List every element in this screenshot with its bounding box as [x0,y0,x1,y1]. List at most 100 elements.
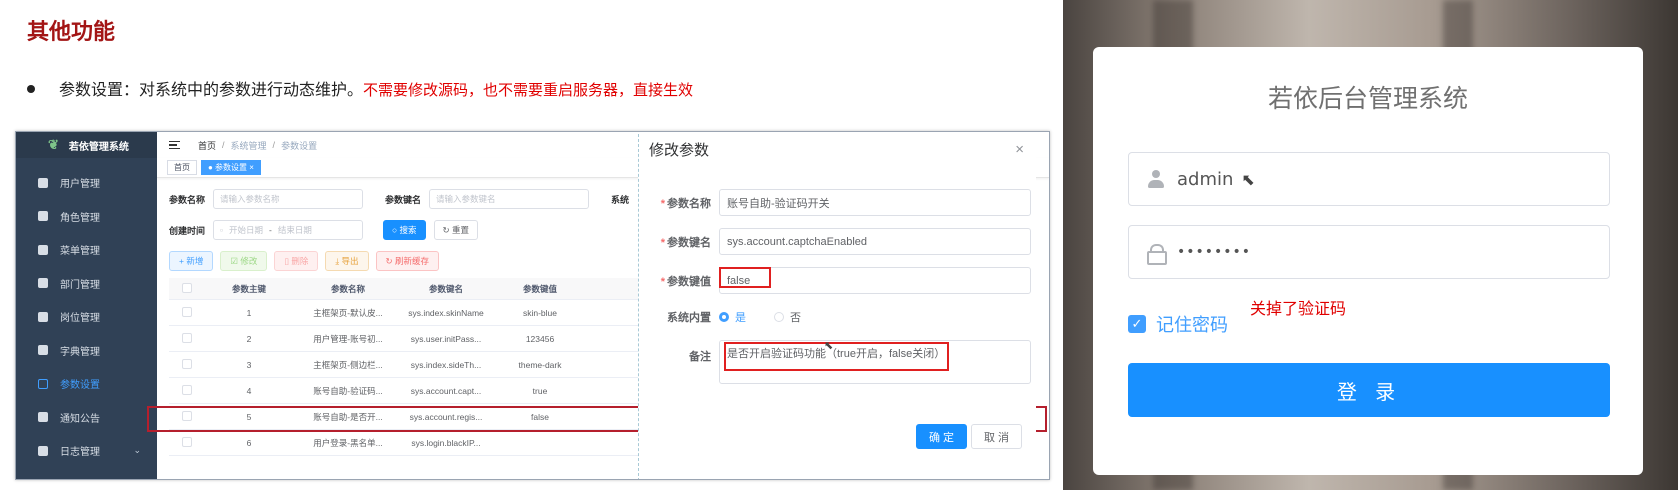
breadcrumb-home[interactable]: 首页 [198,139,216,152]
export-button[interactable]: ⤓ 导出 [325,251,369,271]
cell-value: skin-blue [522,307,558,318]
username-input[interactable]: admin ⬉ [1128,152,1610,206]
bullet-main-text: 参数设置：对系统中的参数进行动态维护。 [59,80,364,99]
param-name-input[interactable]: 请输入参数名称 [213,189,364,209]
builtin-no-radio[interactable]: 否 [774,309,801,325]
hamburger-icon[interactable] [169,141,180,149]
row-checkbox[interactable] [181,306,192,317]
cell-name: 账号自助-是否开... [313,411,383,422]
sidebar-item-label: 日志管理 [60,447,100,459]
cell-key: sys.index.sideTh... [410,359,482,370]
dialog-label-text: 参数名称 [667,197,711,210]
cell-key: sys.index.skinName [408,307,484,318]
search-row-2: 创建时间 ▫ 开始日期 - 结束日期 ○ 搜索 ↻ 重置 [169,220,479,240]
sidebar-item-label: 部门管理 [60,279,100,291]
cell-value: 123456 [525,333,555,344]
user-icon [38,177,48,188]
breadcrumb-system[interactable]: 系统管理 [231,139,267,152]
login-button[interactable]: 登 录 [1128,363,1610,417]
cell-id: 2 [246,333,252,344]
sidebar-menu: 用户管理 角色管理 菜单管理 部门管理 岗位管理 字典管理 参数设置 通知公告 … [16,166,157,468]
trash-icon: ▯ [284,255,292,266]
remember-label: 记住密码 [1156,315,1228,336]
refresh-cache-label: 刷新缓存 [395,256,430,266]
delete-button[interactable]: ▯ 删除 [274,251,319,271]
sidebar-item-label: 通知公告 [60,413,100,425]
remark-textarea[interactable]: 是否开启验证码功能（true开启，false关闭） [719,340,1031,384]
row-checkbox-cell[interactable] [169,358,204,371]
cell-value: theme-dark [518,359,562,370]
column-header: 参数主键 [231,283,266,294]
bullet-dot-icon [27,84,35,93]
reset-button[interactable]: ↻ 重置 [433,220,479,240]
search-icon: ○ [392,225,400,235]
row-checkbox[interactable] [181,332,192,343]
sidebar-item-dept[interactable]: 部门管理 [16,267,157,301]
password-input[interactable]: •••••••• [1128,225,1610,279]
list-icon [38,244,48,255]
param-value-field[interactable]: false [719,267,1031,294]
export-button-label: 导出 [341,256,359,266]
cell-value: true [532,385,548,396]
select-all-checkbox[interactable] [181,282,192,293]
param-key-field[interactable]: sys.account.captchaEnabled [719,228,1031,255]
row-checkbox[interactable] [181,410,192,421]
row-checkbox-cell[interactable] [169,332,204,345]
tag-home[interactable]: 首页 [167,160,197,175]
tag-config[interactable]: ● 参数设置 × [201,160,261,175]
search-button[interactable]: ○ 搜索 [383,220,426,240]
column-header: 参数键值 [522,283,557,294]
dialog-title: 修改参数 [649,142,710,159]
builtin-yes-radio[interactable]: 是 [719,309,746,325]
edit-button[interactable]: ☑ 修改 [220,251,268,271]
cell-key: sys.user.initPass... [410,333,482,344]
radio-dot-icon [774,312,784,322]
date-range-input[interactable]: ▫ 开始日期 - 结束日期 [213,220,364,240]
confirm-button[interactable]: 确 定 [916,424,968,449]
param-name-label: 参数名称 [169,194,206,205]
dialog-row-value: * 参数键值 false [649,267,1031,294]
sidebar-logo[interactable]: ❦ 若依管理系统 [16,132,157,158]
sidebar-item-menu[interactable]: 菜单管理 [16,233,157,267]
dialog-row-remark: 备注 是否开启验证码功能（true开启，false关闭） [649,340,1031,384]
row-checkbox[interactable] [181,358,192,369]
remember-password-checkbox[interactable]: ✓ 记住密码 [1128,311,1228,337]
param-key-input[interactable]: 请输入参数键名 [429,189,590,209]
sidebar-item-notice[interactable]: 通知公告 [16,401,157,435]
row-checkbox-cell[interactable] [169,410,204,423]
close-icon[interactable]: × [1015,141,1024,158]
mouse-cursor-icon: ⬉ [824,340,834,352]
post-icon [38,311,48,322]
row-checkbox-cell[interactable] [169,436,204,449]
sidebar-item-dict[interactable]: 字典管理 [16,334,157,368]
cell-name: 用户登录-黑名单... [313,437,383,448]
login-card: 若依后台管理系统 admin ⬉ •••••••• 关掉了验证码 ✓ 记住密码 … [1093,47,1643,475]
checkmark-icon: ✓ [1128,315,1146,333]
dict-icon [38,345,48,356]
sidebar-item-user[interactable]: 用户管理 [16,166,157,200]
message-icon [38,412,48,423]
dialog-row-builtin: 系统内置 是 否 [649,309,829,325]
header-checkbox-cell[interactable] [169,282,204,295]
cancel-button[interactable]: 取 消 [971,424,1023,449]
sidebar-item-log[interactable]: 日志管理 ⌄ [16,434,157,468]
row-checkbox[interactable] [181,436,192,447]
add-button[interactable]: + 新增 [169,251,214,271]
radio-label: 是 [735,312,746,324]
row-checkbox[interactable] [181,384,192,395]
refresh-cache-button[interactable]: ↻ 刷新缓存 [375,251,440,271]
bullet-red-text: 不需要修改源码，也不需要重启服务器，直接生效 [363,81,694,99]
mouse-cursor-icon: ⬉ [1241,169,1255,189]
breadcrumb-separator: / [272,140,276,150]
chevron-down-icon: ⌄ [133,445,141,456]
sidebar-item-config[interactable]: 参数设置 [16,367,157,401]
search-button-label: 搜索 [399,225,417,235]
sidebar-item-post[interactable]: 岗位管理 [16,300,157,334]
cell-value: false [531,411,549,422]
cell-name: 用户管理-账号初... [313,333,383,344]
row-checkbox-cell[interactable] [169,384,204,397]
dialog-row-key: * 参数键名 sys.account.captchaEnabled [649,228,1031,255]
row-checkbox-cell[interactable] [169,306,204,319]
sidebar-item-role[interactable]: 角色管理 [16,200,157,234]
param-name-field[interactable]: 账号自助-验证码开关 [719,189,1031,216]
